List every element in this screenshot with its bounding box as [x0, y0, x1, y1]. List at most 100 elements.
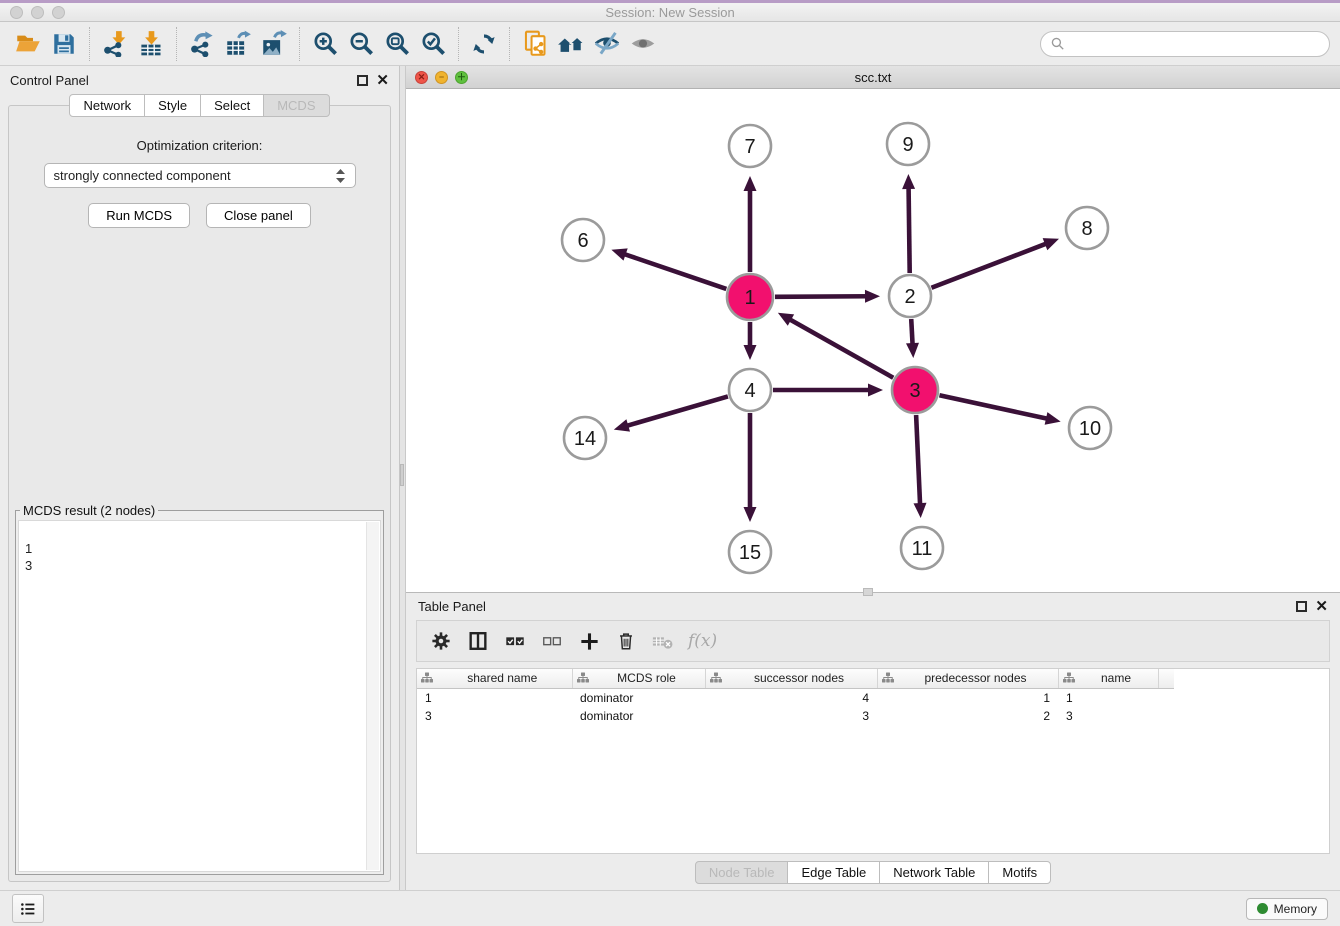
table-cell[interactable]: 3: [417, 707, 572, 725]
table-row[interactable]: 1dominator411: [417, 688, 1174, 707]
export-table-icon: [225, 30, 252, 57]
graph-edge-3-1[interactable]: [787, 318, 893, 378]
table-cell[interactable]: 3: [705, 707, 877, 725]
network-window-titlebar[interactable]: ✕ − ＋ scc.txt: [406, 66, 1340, 89]
open-session-button[interactable]: [10, 26, 46, 62]
graph-edge-1-2[interactable]: [775, 296, 869, 297]
network-overview-button[interactable]: [553, 26, 589, 62]
splitter-handle[interactable]: [400, 464, 404, 486]
table-cell[interactable]: 2: [877, 707, 1058, 725]
graph-node-label: 10: [1079, 418, 1101, 440]
task-history-button[interactable]: [12, 894, 44, 923]
mcds-result-list[interactable]: 13: [18, 520, 381, 872]
tab-motifs[interactable]: Motifs: [988, 861, 1051, 884]
eye-icon: [629, 30, 657, 57]
table-cell[interactable]: 3: [1058, 707, 1158, 725]
float-table-panel-icon[interactable]: [1296, 601, 1307, 612]
tree-sort-icon: [577, 672, 589, 684]
table-cell[interactable]: dominator: [572, 707, 705, 725]
clone-network-button[interactable]: [517, 26, 553, 62]
deselect-all-button[interactable]: [540, 629, 564, 653]
add-row-button[interactable]: [577, 629, 601, 653]
column-header-name[interactable]: name: [1058, 669, 1158, 688]
delete-row-button[interactable]: [614, 629, 638, 653]
search-input[interactable]: [1072, 35, 1320, 52]
zoom-in-button[interactable]: [307, 26, 343, 62]
export-network-button[interactable]: [184, 26, 220, 62]
toolbar-separator: [509, 27, 510, 61]
hide-panel-button[interactable]: [589, 26, 625, 62]
table-cell[interactable]: 1: [877, 688, 1058, 707]
tree-sort-icon: [421, 672, 433, 684]
column-header-successor-nodes[interactable]: successor nodes: [705, 669, 877, 688]
close-panel-button[interactable]: Close panel: [206, 203, 311, 228]
table-row[interactable]: 3dominator323: [417, 707, 1174, 725]
graph-edge-3-10[interactable]: [939, 395, 1050, 419]
graph-edge-3-11[interactable]: [916, 415, 920, 507]
select-all-button[interactable]: [503, 629, 527, 653]
close-panel-icon[interactable]: ✕: [376, 75, 389, 86]
graph-edge-4-14[interactable]: [624, 396, 728, 426]
export-table-button[interactable]: [220, 26, 256, 62]
column-header-shared-name[interactable]: shared name: [417, 669, 572, 688]
delete-table-button[interactable]: [651, 629, 675, 653]
select-value: strongly connected component: [54, 168, 335, 183]
zoom-fit-button[interactable]: [379, 26, 415, 62]
export-image-button[interactable]: [256, 26, 292, 62]
column-header-MCDS-role[interactable]: MCDS role: [572, 669, 705, 688]
table-cell[interactable]: dominator: [572, 688, 705, 707]
graph-edge-2-9[interactable]: [909, 185, 910, 273]
status-bar: Memory: [0, 890, 1340, 926]
export-image-icon: [261, 30, 288, 57]
optimization-criterion-select[interactable]: strongly connected component: [44, 163, 356, 188]
function-builder-button[interactable]: f(x): [688, 629, 717, 653]
network-graph[interactable]: 7968124314101511: [406, 89, 1340, 592]
table-panel: Table Panel ✕ f(x) shared nameMCDS roles…: [406, 593, 1340, 890]
search-box[interactable]: [1040, 31, 1330, 57]
graph-node-label: 4: [744, 380, 755, 402]
graph-edge-2-3[interactable]: [911, 319, 912, 347]
tab-select[interactable]: Select: [200, 94, 264, 117]
column-header-predecessor-nodes[interactable]: predecessor nodes: [877, 669, 1058, 688]
tab-network-table[interactable]: Network Table: [879, 861, 989, 884]
float-panel-icon[interactable]: [357, 75, 368, 86]
tab-node-table[interactable]: Node Table: [695, 861, 789, 884]
tab-network[interactable]: Network: [69, 94, 145, 117]
run-mcds-button[interactable]: Run MCDS: [88, 203, 190, 228]
table-panel-title: Table Panel: [418, 599, 1288, 614]
refresh-network-button[interactable]: [466, 26, 502, 62]
table-cell[interactable]: 1: [417, 688, 572, 707]
graph-edge-1-6[interactable]: [622, 253, 727, 289]
graph-edge-2-8[interactable]: [931, 243, 1048, 288]
import-table-icon: [138, 30, 165, 57]
result-line: 1: [25, 540, 374, 557]
close-network-button[interactable]: ✕: [415, 71, 428, 84]
graph-node-label: 15: [739, 542, 761, 564]
horizontal-splitter-handle[interactable]: [863, 588, 873, 596]
maximize-network-button[interactable]: ＋: [455, 71, 468, 84]
toolbar-separator: [458, 27, 459, 61]
toggle-columns-button[interactable]: [466, 629, 490, 653]
table-panel-header: Table Panel ✕: [406, 593, 1340, 620]
import-network-button[interactable]: [97, 26, 133, 62]
minimize-network-button[interactable]: −: [435, 71, 448, 84]
table-cell[interactable]: 4: [705, 688, 877, 707]
graph-node-label: 3: [909, 380, 920, 402]
save-session-button[interactable]: [46, 26, 82, 62]
table-cell[interactable]: 1: [1058, 688, 1158, 707]
zoom-selected-button[interactable]: [415, 26, 451, 62]
tab-mcds[interactable]: MCDS: [263, 94, 329, 117]
tab-edge-table[interactable]: Edge Table: [787, 861, 880, 884]
node-table[interactable]: shared nameMCDS rolesuccessor nodesprede…: [417, 669, 1174, 725]
graph-edge-arrowhead: [1045, 412, 1061, 425]
memory-button[interactable]: Memory: [1246, 898, 1328, 920]
close-table-panel-icon[interactable]: ✕: [1315, 601, 1328, 612]
zoom-out-button[interactable]: [343, 26, 379, 62]
tab-style[interactable]: Style: [144, 94, 201, 117]
control-panel-header: Control Panel ✕: [0, 66, 399, 94]
table-settings-button[interactable]: [429, 629, 453, 653]
result-scrollbar[interactable]: [366, 522, 379, 870]
show-panel-button[interactable]: [625, 26, 661, 62]
network-canvas[interactable]: 7968124314101511: [406, 89, 1340, 592]
import-table-button[interactable]: [133, 26, 169, 62]
